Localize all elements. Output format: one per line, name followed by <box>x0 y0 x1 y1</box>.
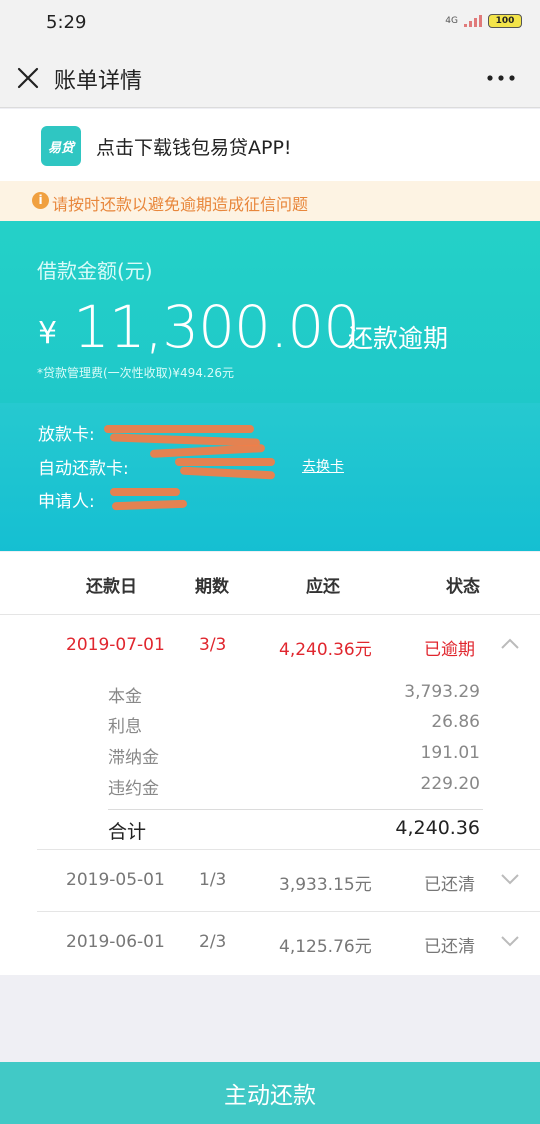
total-value: 4,240.36 <box>395 817 480 839</box>
column-header-date: 还款日 <box>86 577 137 597</box>
detail-value: 229.20 <box>420 774 480 794</box>
chevron-down-icon[interactable] <box>500 872 520 886</box>
row-status: 已逾期 <box>424 640 475 660</box>
repay-button[interactable]: 主动还款 <box>0 1062 540 1124</box>
detail-label: 利息 <box>108 717 142 737</box>
warning-notice: i 请按时还款以避免逾期造成征信问题 <box>0 181 540 221</box>
change-card-link[interactable]: 去换卡 <box>302 456 344 476</box>
column-header-due: 应还 <box>306 577 340 597</box>
close-icon[interactable] <box>14 64 42 92</box>
detail-label: 滞纳金 <box>108 748 159 768</box>
fee-note: *贷款管理费(一次性收取)¥494.26元 <box>37 366 234 380</box>
redaction-mark <box>111 499 188 511</box>
row-date: 2019-07-01 <box>66 635 165 655</box>
redaction-mark <box>175 458 275 466</box>
detail-label: 本金 <box>108 687 142 707</box>
app-logo: 易贷 <box>41 126 81 166</box>
card-info: 放款卡: 自动还款卡: 去换卡 申请人: <box>0 403 540 551</box>
status-time: 5:29 <box>46 12 87 33</box>
loan-card-label: 放款卡: <box>38 425 95 445</box>
battery-level: 100 <box>495 16 515 26</box>
currency-symbol: ¥ <box>38 316 58 351</box>
chevron-up-icon[interactable] <box>500 637 520 651</box>
download-app-text[interactable]: 点击下载钱包易贷APP! <box>96 133 292 160</box>
table-row[interactable]: 2019-07-01 3/3 4,240.36元 已逾期 <box>0 615 540 677</box>
redaction-mark <box>149 443 266 459</box>
row-status: 已还清 <box>424 875 475 895</box>
loan-summary: 借款金额(元) ¥ 11,300.00 还款逾期 *贷款管理费(一次性收取)¥4… <box>0 221 540 403</box>
detail-label: 违约金 <box>108 779 159 799</box>
battery-icon: 100 <box>488 14 522 28</box>
nav-bar: 账单详情 <box>0 48 540 108</box>
row-date: 2019-05-01 <box>66 870 165 890</box>
column-header-period: 期数 <box>195 577 229 597</box>
page-title: 账单详情 <box>54 69 143 94</box>
row-status: 已还清 <box>424 937 475 957</box>
status-bar: 5:29 4G 100 <box>0 0 540 48</box>
signal-icon <box>464 15 482 27</box>
total-label: 合计 <box>108 821 147 843</box>
amount-label: 借款金额(元) <box>37 259 153 283</box>
bill-table: 还款日 期数 应还 状态 2019-07-01 3/3 4,240.36元 已逾… <box>0 552 540 975</box>
network-type: 4G <box>445 15 458 26</box>
row-amount: 4,240.36元 <box>279 640 372 660</box>
row-date: 2019-06-01 <box>66 932 165 952</box>
status-indicators: 4G 100 <box>445 14 522 28</box>
row-period: 1/3 <box>199 870 227 890</box>
row-amount: 3,933.15元 <box>279 875 372 895</box>
column-header-status: 状态 <box>446 577 480 597</box>
chevron-down-icon[interactable] <box>500 934 520 948</box>
app-logo-text: 易贷 <box>47 140 74 156</box>
download-app-banner[interactable]: 易贷 点击下载钱包易贷APP! <box>0 109 540 181</box>
row-amount: 4,125.76元 <box>279 937 372 957</box>
detail-value: 191.01 <box>420 743 480 763</box>
loan-amount: 11,300.00 <box>73 293 360 361</box>
auto-repay-card-label: 自动还款卡: <box>38 459 129 479</box>
applicant-label: 申请人: <box>38 492 95 512</box>
redaction-mark <box>179 466 276 480</box>
divider <box>108 809 483 810</box>
detail-value: 3,793.29 <box>404 682 480 702</box>
table-row[interactable]: 2019-06-01 2/3 4,125.76元 已还清 <box>0 912 540 974</box>
more-icon[interactable] <box>486 66 516 90</box>
repayment-status: 还款逾期 <box>348 324 449 353</box>
warning-text: 请按时还款以避免逾期造成征信问题 <box>52 195 309 214</box>
row-period: 2/3 <box>199 932 227 952</box>
table-row[interactable]: 2019-05-01 1/3 3,933.15元 已还清 <box>0 850 540 912</box>
detail-value: 26.86 <box>431 712 480 732</box>
info-icon: i <box>32 192 49 209</box>
redaction-mark <box>104 425 254 433</box>
redaction-mark <box>110 488 180 496</box>
row-period: 3/3 <box>199 635 227 655</box>
